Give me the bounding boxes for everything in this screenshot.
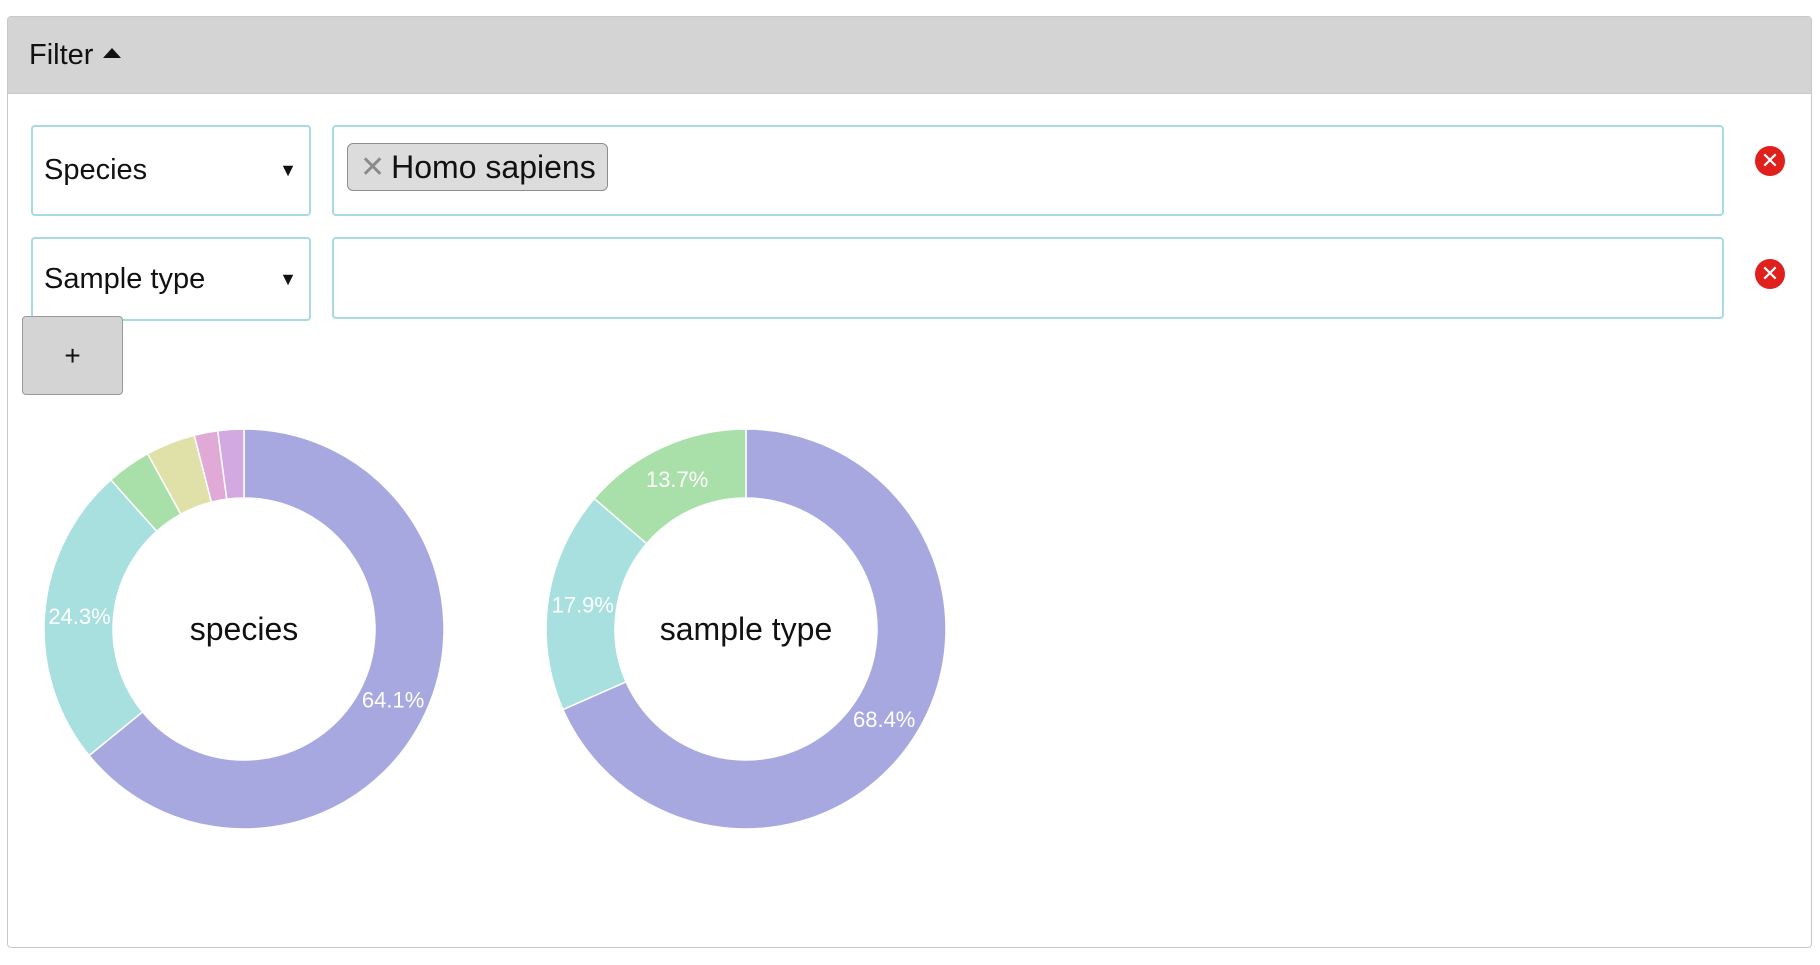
- dropdown-arrow-icon: ▼: [279, 268, 297, 289]
- remove-circle-icon: ✕: [1760, 148, 1780, 173]
- slice-percent-label: 64.1%: [362, 688, 424, 713]
- donut-center-label: species: [190, 611, 299, 647]
- sample-type-donut-chart: 68.4% 17.9% 13.7% sample type: [545, 428, 947, 830]
- field-select-label: Sample type: [44, 262, 206, 295]
- slice-percent-label: 68.4%: [853, 707, 915, 732]
- tag-input-species[interactable]: ✕ Homo sapiens: [332, 125, 1724, 216]
- remove-row-button[interactable]: ✕: [1755, 146, 1785, 176]
- field-select-label: Species: [44, 154, 148, 186]
- slice-percent-label: 24.3%: [48, 604, 110, 629]
- slice-percent-label: 17.9%: [552, 593, 614, 618]
- caret-up-icon[interactable]: [103, 48, 122, 58]
- donut-center-label: sample type: [660, 611, 833, 647]
- remove-row-button[interactable]: ✕: [1755, 259, 1785, 289]
- dropdown-arrow-icon: ▼: [279, 160, 297, 180]
- filter-title[interactable]: Filter: [29, 39, 93, 72]
- add-filter-button[interactable]: +: [22, 316, 123, 395]
- tag-label: Homo sapiens: [391, 148, 596, 185]
- species-donut-chart: 64.1% 24.3% species: [43, 428, 445, 830]
- remove-circle-icon: ✕: [1760, 261, 1780, 286]
- field-select-sample-type[interactable]: Sample type ▼: [31, 237, 311, 321]
- filter-header[interactable]: Filter: [8, 17, 1811, 94]
- tag-chip: ✕ Homo sapiens: [347, 143, 608, 191]
- tag-remove-icon[interactable]: ✕: [360, 150, 385, 185]
- tag-input-sample-type[interactable]: [332, 237, 1724, 319]
- slice-percent-label: 13.7%: [646, 467, 708, 492]
- field-select-species[interactable]: Species ▼: [31, 125, 311, 216]
